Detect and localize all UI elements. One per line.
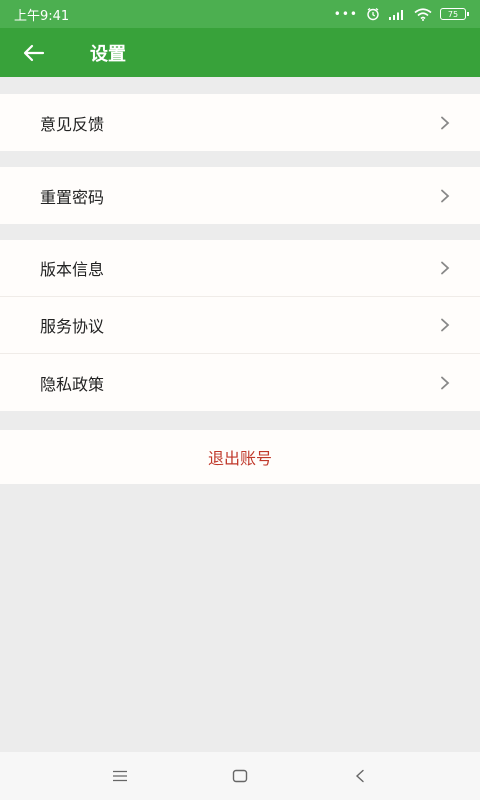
settings-row-label: 重置密码: [40, 187, 105, 207]
settings-row-service-agreement[interactable]: 服务协议: [0, 297, 480, 354]
settings-group-about: 版本信息 服务协议 隐私政策: [0, 240, 480, 411]
status-icons: ••• 75: [333, 7, 469, 21]
back-icon: [355, 769, 364, 783]
status-time: 上午9:41: [14, 8, 70, 24]
settings-row-label: 服务协议: [40, 317, 105, 336]
logout-button[interactable]: 退出账号: [0, 430, 480, 484]
system-nav-bar: [0, 752, 480, 800]
logout-label: 退出账号: [207, 449, 272, 468]
signal-icon: [388, 8, 406, 20]
battery-level: 75: [447, 9, 459, 19]
home-icon: [232, 769, 248, 783]
menu-icon: [113, 770, 127, 782]
nav-home-button[interactable]: [220, 756, 260, 796]
battery-icon: 75: [440, 8, 469, 20]
settings-row-label: 意见反馈: [40, 114, 105, 134]
wifi-icon: [414, 7, 432, 21]
settings-row-label: 隐私政策: [40, 374, 105, 394]
chevron-right-icon: [438, 116, 452, 130]
page-title: 设置: [90, 43, 126, 65]
settings-row-feedback[interactable]: 意见反馈: [0, 94, 480, 151]
nav-back-button[interactable]: [340, 756, 380, 796]
settings-row-reset-password[interactable]: 重置密码: [0, 167, 480, 224]
alarm-icon: [366, 7, 380, 21]
chevron-right-icon: [438, 318, 452, 332]
nav-menu-button[interactable]: [100, 756, 140, 796]
settings-group-password: 重置密码: [0, 167, 480, 224]
more-dots-icon: •••: [333, 7, 358, 21]
settings-row-privacy-policy[interactable]: 隐私政策: [0, 354, 480, 411]
status-bar: 上午9:41 ••• 75: [0, 0, 480, 28]
arrow-left-icon: [23, 44, 45, 61]
back-button[interactable]: [4, 28, 64, 77]
chevron-right-icon: [438, 376, 452, 390]
chevron-right-icon: [438, 189, 452, 203]
chevron-right-icon: [438, 261, 452, 275]
settings-row-version[interactable]: 版本信息: [0, 240, 480, 297]
settings-group-feedback: 意见反馈: [0, 94, 480, 151]
settings-row-label: 版本信息: [40, 260, 105, 279]
app-bar: 设置: [0, 28, 480, 77]
